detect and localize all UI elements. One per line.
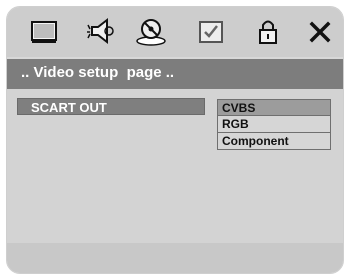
audio-speaker-icon[interactable] xyxy=(83,17,115,47)
close-icon[interactable] xyxy=(304,17,336,47)
scart-out-setting[interactable]: SCART OUT xyxy=(17,98,205,115)
preference-checkbox-icon[interactable] xyxy=(195,17,227,47)
menu-icon-bar xyxy=(7,7,343,57)
status-bar xyxy=(7,243,343,273)
option-component[interactable]: Component xyxy=(217,133,331,150)
video-disc-icon[interactable] xyxy=(135,17,167,47)
settings-area: SCART OUT CVBS RGB Component xyxy=(7,89,343,243)
osd-frame: .. Video setup page .. SCART OUT CVBS RG… xyxy=(6,6,344,274)
page-title: .. Video setup page .. xyxy=(21,64,175,81)
option-cvbs[interactable]: CVBS xyxy=(217,99,331,116)
lock-icon[interactable] xyxy=(252,17,284,47)
page-title-bar: .. Video setup page .. xyxy=(7,59,343,89)
option-rgb[interactable]: RGB xyxy=(217,116,331,133)
scart-out-options: CVBS RGB Component xyxy=(217,99,331,150)
setup-menu-panel: .. Video setup page .. SCART OUT CVBS RG… xyxy=(7,7,343,273)
tv-screen-icon[interactable] xyxy=(28,17,60,47)
